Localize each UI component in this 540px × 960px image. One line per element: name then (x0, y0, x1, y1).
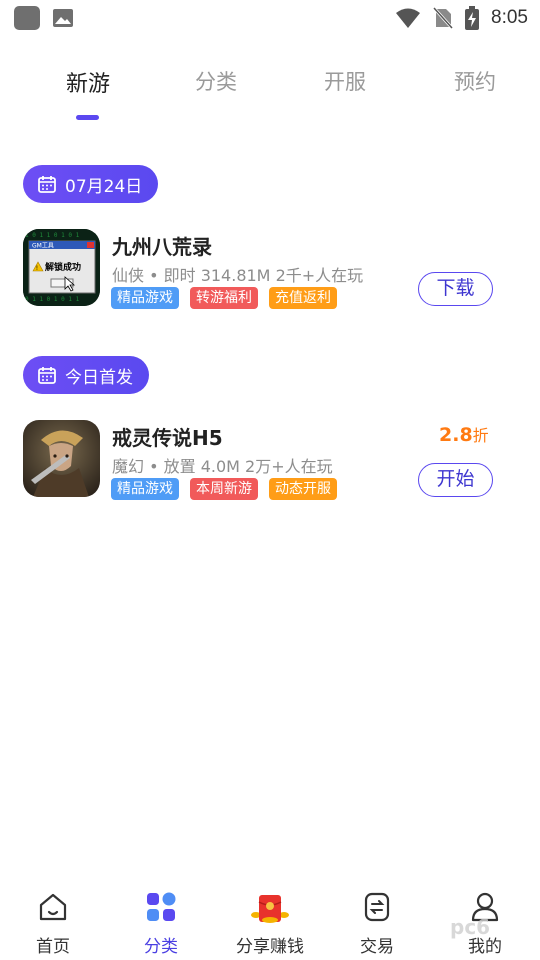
discount-unit: 折 (472, 426, 489, 445)
nav-label: 分类 (144, 937, 178, 957)
svg-text:1 0 1 1 0 1 0 1: 1 0 1 1 0 1 0 1 (25, 232, 80, 239)
tag-list: 精品游戏 本周新游 动态开服 (111, 478, 337, 500)
top-tabs: 新游 分类 开服 预约 (0, 60, 540, 120)
status-bar: 8:05 (0, 0, 540, 36)
gm-tool-title: GM工具 (32, 243, 54, 250)
game-title[interactable]: 戒灵传说H5 (112, 422, 223, 451)
game-meta: 仙侠 • 即时 314.81M 2千+人在玩 (112, 266, 364, 285)
date-badge: 今日首发 (23, 356, 149, 394)
nav-label: 分享赚钱 (236, 937, 304, 957)
tag-premium: 精品游戏 (111, 287, 179, 309)
app-notification-icon (14, 6, 40, 30)
watermark: pc6 (450, 915, 491, 939)
download-button[interactable]: 下载 (418, 272, 493, 306)
game-row[interactable]: 戒灵传说H5 2.8折 魔幻 • 放置 4.0M 2万+人在玩 精品游戏 本周新… (0, 420, 540, 510)
date-label: 今日首发 (65, 367, 133, 388)
trade-icon (364, 892, 390, 922)
tag-dynamic-server: 动态开服 (269, 478, 337, 500)
date-badge: 07月24日 (23, 165, 159, 203)
game-title[interactable]: 九州八荒录 (112, 231, 212, 260)
discount-label: 2.8折 (439, 422, 489, 446)
nav-share-earn[interactable]: 分享赚钱 (220, 880, 320, 957)
clock: 8:05 (491, 7, 528, 28)
nav-category[interactable]: 分类 (111, 880, 211, 957)
unlock-success-text: 解锁成功 (45, 261, 81, 273)
nav-trade[interactable]: 交易 (327, 880, 427, 957)
nav-home[interactable]: 首页 (3, 880, 103, 957)
no-sim-icon (433, 7, 454, 29)
image-notification-icon (53, 9, 73, 27)
category-icon (147, 892, 176, 921)
active-tab-indicator (76, 115, 99, 120)
calendar-icon (38, 367, 56, 384)
nav-label: 交易 (360, 937, 394, 957)
svg-text:0 1 1 0 1 0 1 1: 0 1 1 0 1 0 1 1 (25, 296, 80, 303)
game-meta: 魔幻 • 放置 4.0M 2万+人在玩 (112, 457, 333, 476)
game-icon[interactable]: 1 0 1 1 0 1 0 1 0 1 1 0 1 0 1 1 GM工具 ! 解… (23, 229, 100, 306)
tag-new-this-week: 本周新游 (190, 478, 258, 500)
tab-new-games[interactable]: 新游 (38, 66, 138, 98)
discount-value: 2.8 (439, 424, 473, 446)
tag-premium: 精品游戏 (111, 478, 179, 500)
calendar-icon (38, 176, 56, 193)
tag-transfer-bonus: 转游福利 (190, 287, 258, 309)
nav-label: 首页 (36, 937, 70, 957)
date-label: 07月24日 (65, 176, 143, 197)
tab-category[interactable]: 分类 (166, 66, 266, 96)
red-envelope-icon (251, 895, 289, 923)
svg-text:!: ! (36, 265, 38, 272)
start-button[interactable]: 开始 (418, 463, 493, 497)
battery-charging-icon (465, 6, 480, 30)
tab-reserve[interactable]: 预约 (425, 66, 525, 96)
game-row[interactable]: 1 0 1 1 0 1 0 1 0 1 1 0 1 0 1 1 GM工具 ! 解… (0, 229, 540, 319)
tag-list: 精品游戏 转游福利 充值返利 (111, 287, 337, 309)
tag-recharge-rebate: 充值返利 (269, 287, 337, 309)
tab-server-open[interactable]: 开服 (295, 66, 395, 96)
game-icon[interactable] (23, 420, 100, 497)
home-icon (39, 893, 67, 921)
wifi-icon (396, 8, 421, 28)
